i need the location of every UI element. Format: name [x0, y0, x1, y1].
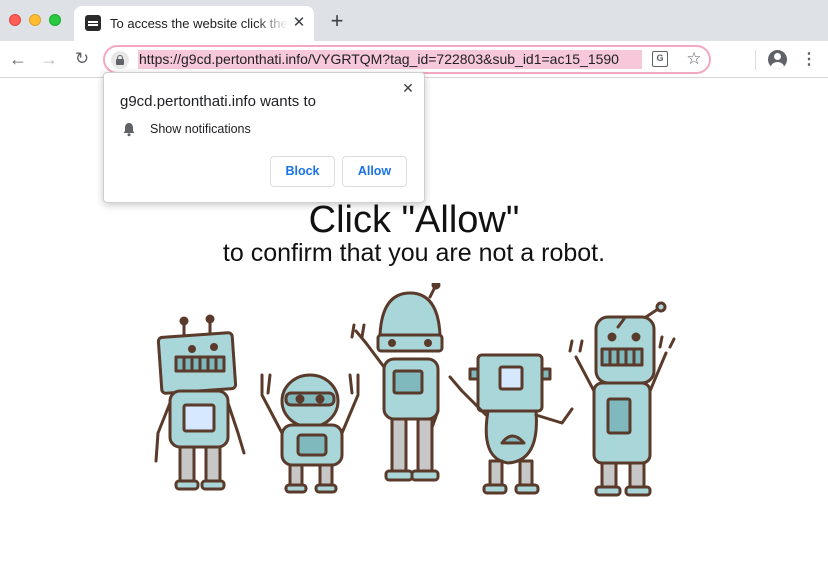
bookmark-star-icon[interactable]: ☆: [684, 48, 704, 70]
translate-icon[interactable]: G: [652, 51, 668, 67]
url-text[interactable]: https://g9cd.pertonthati.info/VYGRTQM?ta…: [138, 50, 642, 69]
forward-button[interactable]: →: [39, 49, 59, 69]
lock-icon[interactable]: [111, 51, 129, 69]
account-icon[interactable]: [768, 50, 787, 69]
page-subline: to confirm that you are not a robot.: [222, 239, 606, 267]
allow-button[interactable]: Allow: [342, 156, 407, 187]
robot-4: [448, 353, 574, 495]
permission-label: Show notifications: [150, 122, 251, 136]
site-favicon-icon: [85, 15, 101, 31]
bell-icon: [123, 123, 135, 137]
page-headline: Click "Allow": [308, 199, 520, 241]
popup-title: g9cd.pertonthati.info wants to: [120, 93, 316, 110]
menu-icon[interactable]: ⋮: [801, 50, 817, 70]
block-button[interactable]: Block: [270, 156, 335, 187]
new-tab-button[interactable]: +: [326, 10, 348, 32]
tab-title: To access the website click the "Allow" …: [110, 16, 288, 31]
toolbar-divider: [755, 50, 756, 70]
popup-close-icon[interactable]: ✕: [400, 80, 416, 96]
window-minimize-button[interactable]: [29, 14, 41, 26]
robot-2: [260, 373, 360, 494]
window-zoom-button[interactable]: [49, 14, 61, 26]
notification-permission-popup: ✕ g9cd.pertonthati.info wants to Show no…: [103, 72, 425, 203]
reload-button[interactable]: ↻: [72, 49, 92, 69]
address-bar[interactable]: https://g9cd.pertonthati.info/VYGRTQM?ta…: [103, 45, 711, 74]
robot-3: [350, 283, 444, 482]
robot-5: [568, 301, 676, 497]
window-close-button[interactable]: [9, 14, 21, 26]
back-button[interactable]: ←: [8, 49, 28, 69]
tab-close-icon[interactable]: ✕: [290, 14, 308, 32]
browser-tab[interactable]: To access the website click the "Allow" …: [74, 6, 314, 41]
robots-illustration: [154, 283, 676, 497]
robot-1: [154, 314, 246, 491]
tab-strip: To access the website click the "Allow" …: [0, 0, 828, 41]
